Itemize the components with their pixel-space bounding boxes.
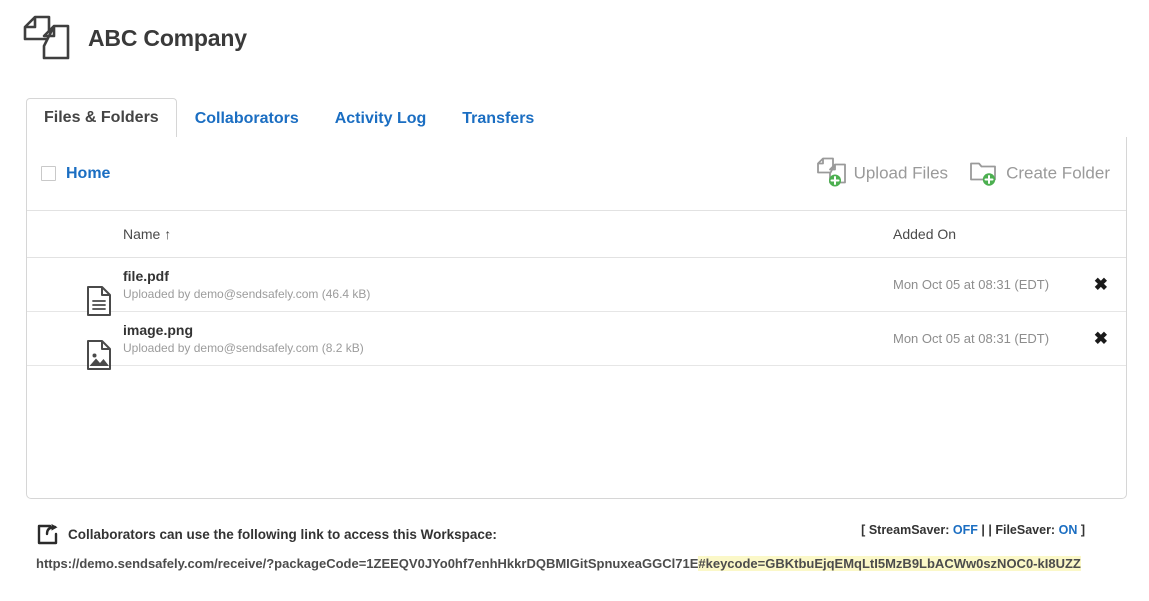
share-link-icon: [36, 523, 60, 545]
app-header: ABC Company: [22, 14, 247, 62]
tab-activity-log[interactable]: Activity Log: [317, 98, 445, 138]
toolbar-actions: Upload Files Create Folder: [816, 155, 1110, 192]
tab-label: Transfers: [462, 109, 535, 127]
tab-files-and-folders[interactable]: Files & Folders: [26, 98, 177, 138]
bracket-open: [: [861, 523, 866, 537]
tab-label: Collaborators: [194, 109, 299, 127]
file-info: file.pdf Uploaded by demo@sendsafely.com…: [123, 268, 370, 302]
workspace-url-base: https://demo.sendsafely.com/receive/?pac…: [36, 556, 699, 571]
breadcrumb-home-link[interactable]: Home: [66, 165, 110, 183]
table-header: Name ↑ Added On: [27, 211, 1126, 258]
page-title: ABC Company: [88, 24, 247, 51]
two-documents-icon: [22, 14, 74, 62]
streamsaver-label: StreamSaver:: [868, 523, 950, 537]
table-row[interactable]: image.png Uploaded by demo@sendsafely.co…: [27, 312, 1126, 370]
sort-ascending-icon: ↑: [164, 226, 172, 242]
file-subtitle: Uploaded by demo@sendsafely.com (8.2 kB): [123, 340, 364, 355]
streamsaver-value[interactable]: OFF: [953, 523, 978, 537]
workspace-link-footer: Collaborators can use the following link…: [36, 520, 1116, 573]
create-folder-icon: [968, 155, 1004, 192]
table-row[interactable]: file.pdf Uploaded by demo@sendsafely.com…: [27, 258, 1126, 316]
saver-status-flags: [ StreamSaver: OFF | | FileSaver: ON ]: [861, 523, 1085, 537]
file-added-on: Mon Oct 05 at 08:31 (EDT): [893, 277, 1050, 292]
delete-file-button[interactable]: ✖: [1094, 330, 1108, 347]
tab-bar: Files & Folders Collaborators Activity L…: [26, 98, 1127, 138]
filesaver-label: FileSaver:: [995, 523, 1056, 537]
upload-files-button[interactable]: Upload Files: [816, 155, 949, 192]
column-name-label: Name: [123, 226, 161, 242]
tab-collaborators[interactable]: Collaborators: [177, 98, 317, 138]
create-folder-label: Create Folder: [1006, 163, 1110, 183]
workspace-url[interactable]: https://demo.sendsafely.com/receive/?pac…: [36, 555, 1081, 573]
delete-file-button[interactable]: ✖: [1094, 276, 1108, 293]
panel-toolbar: Home Upload Files Create Folder: [27, 137, 1126, 211]
column-header-added-on[interactable]: Added On: [893, 226, 956, 242]
filesaver-value[interactable]: ON: [1059, 523, 1078, 537]
file-info: image.png Uploaded by demo@sendsafely.co…: [123, 322, 364, 356]
workspace-url-keycode: #keycode=GBKtbuEjqEMqLtI5MzB9LbACWw0szNO…: [698, 556, 1081, 571]
footer-top-row: Collaborators can use the following link…: [36, 520, 1116, 548]
tab-label: Files & Folders: [44, 109, 159, 126]
workspace-link-note: Collaborators can use the following link…: [68, 526, 497, 542]
empty-file-area: [27, 366, 1126, 466]
breadcrumb: Home: [41, 165, 110, 183]
column-header-name[interactable]: Name ↑: [123, 226, 171, 242]
create-folder-button[interactable]: Create Folder: [968, 155, 1110, 192]
select-all-checkbox[interactable]: [41, 166, 56, 181]
bracket-close: ]: [1080, 523, 1085, 537]
saver-separator: | |: [981, 523, 992, 537]
files-panel: Home Upload Files Create Folder Name ↑ A…: [26, 137, 1127, 499]
file-subtitle: Uploaded by demo@sendsafely.com (46.4 kB…: [123, 286, 371, 301]
tab-transfers[interactable]: Transfers: [444, 98, 552, 138]
upload-files-label: Upload Files: [853, 163, 949, 183]
file-name[interactable]: file.pdf: [123, 268, 370, 284]
tab-label: Activity Log: [334, 109, 427, 127]
file-added-on: Mon Oct 05 at 08:31 (EDT): [893, 331, 1050, 346]
file-name[interactable]: image.png: [123, 322, 364, 338]
upload-files-icon: [816, 155, 852, 192]
